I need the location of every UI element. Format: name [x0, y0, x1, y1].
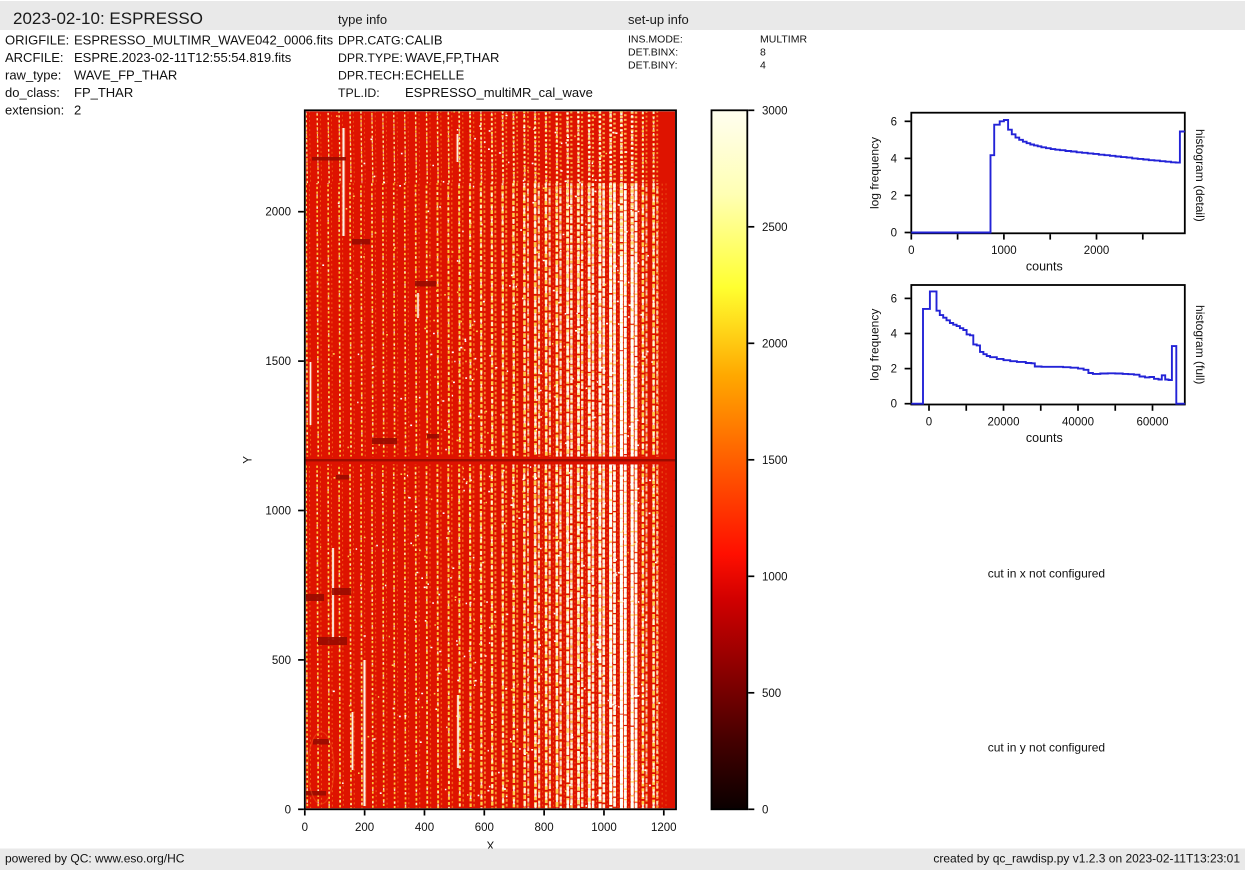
svg-text:1000: 1000	[762, 571, 788, 583]
svg-text:ECHELLE: ECHELLE	[405, 68, 465, 83]
svg-text:2500: 2500	[762, 222, 788, 234]
svg-text:6: 6	[891, 293, 897, 305]
svg-text:raw_type:: raw_type:	[5, 68, 61, 83]
svg-text:2: 2	[891, 190, 897, 202]
svg-text:counts: counts	[1026, 260, 1063, 274]
svg-text:type info: type info	[338, 12, 387, 27]
svg-text:2: 2	[74, 103, 81, 118]
svg-text:800: 800	[535, 822, 554, 834]
svg-text:DPR.TECH:: DPR.TECH:	[338, 69, 404, 83]
svg-text:1000: 1000	[991, 245, 1017, 257]
svg-text:2000: 2000	[762, 338, 788, 350]
svg-text:4: 4	[760, 60, 766, 72]
svg-text:20000: 20000	[988, 417, 1020, 429]
svg-text:extension:: extension:	[5, 103, 64, 118]
svg-text:600: 600	[475, 822, 494, 834]
svg-text:WAVE_FP_THAR: WAVE_FP_THAR	[74, 68, 177, 83]
svg-text:0: 0	[926, 417, 932, 429]
svg-text:INS.MODE:: INS.MODE:	[628, 34, 683, 46]
svg-text:DPR.CATG:: DPR.CATG:	[338, 34, 404, 48]
svg-text:2023-02-10: ESPRESSO: 2023-02-10: ESPRESSO	[13, 9, 203, 28]
svg-text:TPL.ID:: TPL.ID:	[338, 86, 380, 100]
svg-text:3000: 3000	[762, 105, 788, 117]
svg-text:DET.BINX:: DET.BINX:	[628, 47, 678, 59]
svg-text:60000: 60000	[1137, 417, 1169, 429]
svg-text:0: 0	[891, 399, 897, 411]
svg-text:500: 500	[272, 655, 291, 667]
svg-text:set-up info: set-up info	[628, 12, 689, 27]
svg-text:histogram (detail): histogram (detail)	[1193, 129, 1207, 222]
svg-text:2000: 2000	[265, 207, 291, 219]
svg-text:ESPRE.2023-02-11T12:55:54.819.: ESPRE.2023-02-11T12:55:54.819.fits	[74, 50, 292, 65]
svg-text:1000: 1000	[265, 506, 291, 518]
svg-text:1000: 1000	[591, 822, 617, 834]
svg-text:MULTIMR: MULTIMR	[760, 34, 807, 46]
svg-text:cut in x not configured: cut in x not configured	[988, 566, 1105, 580]
svg-text:log frequency: log frequency	[868, 309, 882, 381]
svg-text:400: 400	[415, 822, 434, 834]
svg-text:0: 0	[762, 804, 768, 816]
svg-text:DPR.TYPE:: DPR.TYPE:	[338, 51, 403, 65]
svg-text:histogram (full): histogram (full)	[1193, 305, 1207, 384]
svg-text:Y: Y	[242, 456, 255, 464]
svg-text:500: 500	[762, 688, 781, 700]
svg-text:1500: 1500	[265, 356, 291, 368]
svg-text:ORIGFILE:: ORIGFILE:	[5, 33, 69, 48]
svg-text:powered by QC: www.eso.org/HC: powered by QC: www.eso.org/HC	[5, 852, 185, 866]
svg-text:0: 0	[908, 245, 914, 257]
svg-text:200: 200	[355, 822, 374, 834]
svg-text:2000: 2000	[1084, 245, 1110, 257]
svg-text:1500: 1500	[762, 455, 788, 467]
svg-text:WAVE,FP,THAR: WAVE,FP,THAR	[405, 50, 499, 65]
svg-text:4: 4	[891, 153, 898, 165]
svg-text:do_class:: do_class:	[5, 85, 60, 100]
svg-text:8: 8	[760, 47, 766, 59]
svg-text:CALIB: CALIB	[405, 33, 443, 48]
svg-text:40000: 40000	[1062, 417, 1094, 429]
svg-text:0: 0	[891, 228, 897, 240]
svg-text:log frequency: log frequency	[868, 137, 882, 209]
svg-text:FP_THAR: FP_THAR	[74, 85, 133, 100]
svg-text:counts: counts	[1026, 431, 1063, 445]
svg-text:4: 4	[891, 329, 898, 341]
svg-text:0: 0	[285, 804, 291, 816]
svg-text:2: 2	[891, 364, 897, 376]
svg-text:ESPRESSO_multiMR_cal_wave: ESPRESSO_multiMR_cal_wave	[405, 85, 593, 100]
svg-text:DET.BINY:: DET.BINY:	[628, 60, 678, 72]
svg-text:cut in y not configured: cut in y not configured	[988, 740, 1105, 754]
svg-text:ARCFILE:: ARCFILE:	[5, 50, 64, 65]
svg-text:ESPRESSO_MULTIMR_WAVE042_0006.: ESPRESSO_MULTIMR_WAVE042_0006.fits	[74, 33, 334, 48]
svg-text:0: 0	[302, 822, 308, 834]
svg-text:1200: 1200	[651, 822, 677, 834]
svg-text:6: 6	[891, 116, 897, 128]
svg-text:created by qc_rawdisp.py v1.2.: created by qc_rawdisp.py v1.2.3 on 2023-…	[933, 852, 1240, 866]
